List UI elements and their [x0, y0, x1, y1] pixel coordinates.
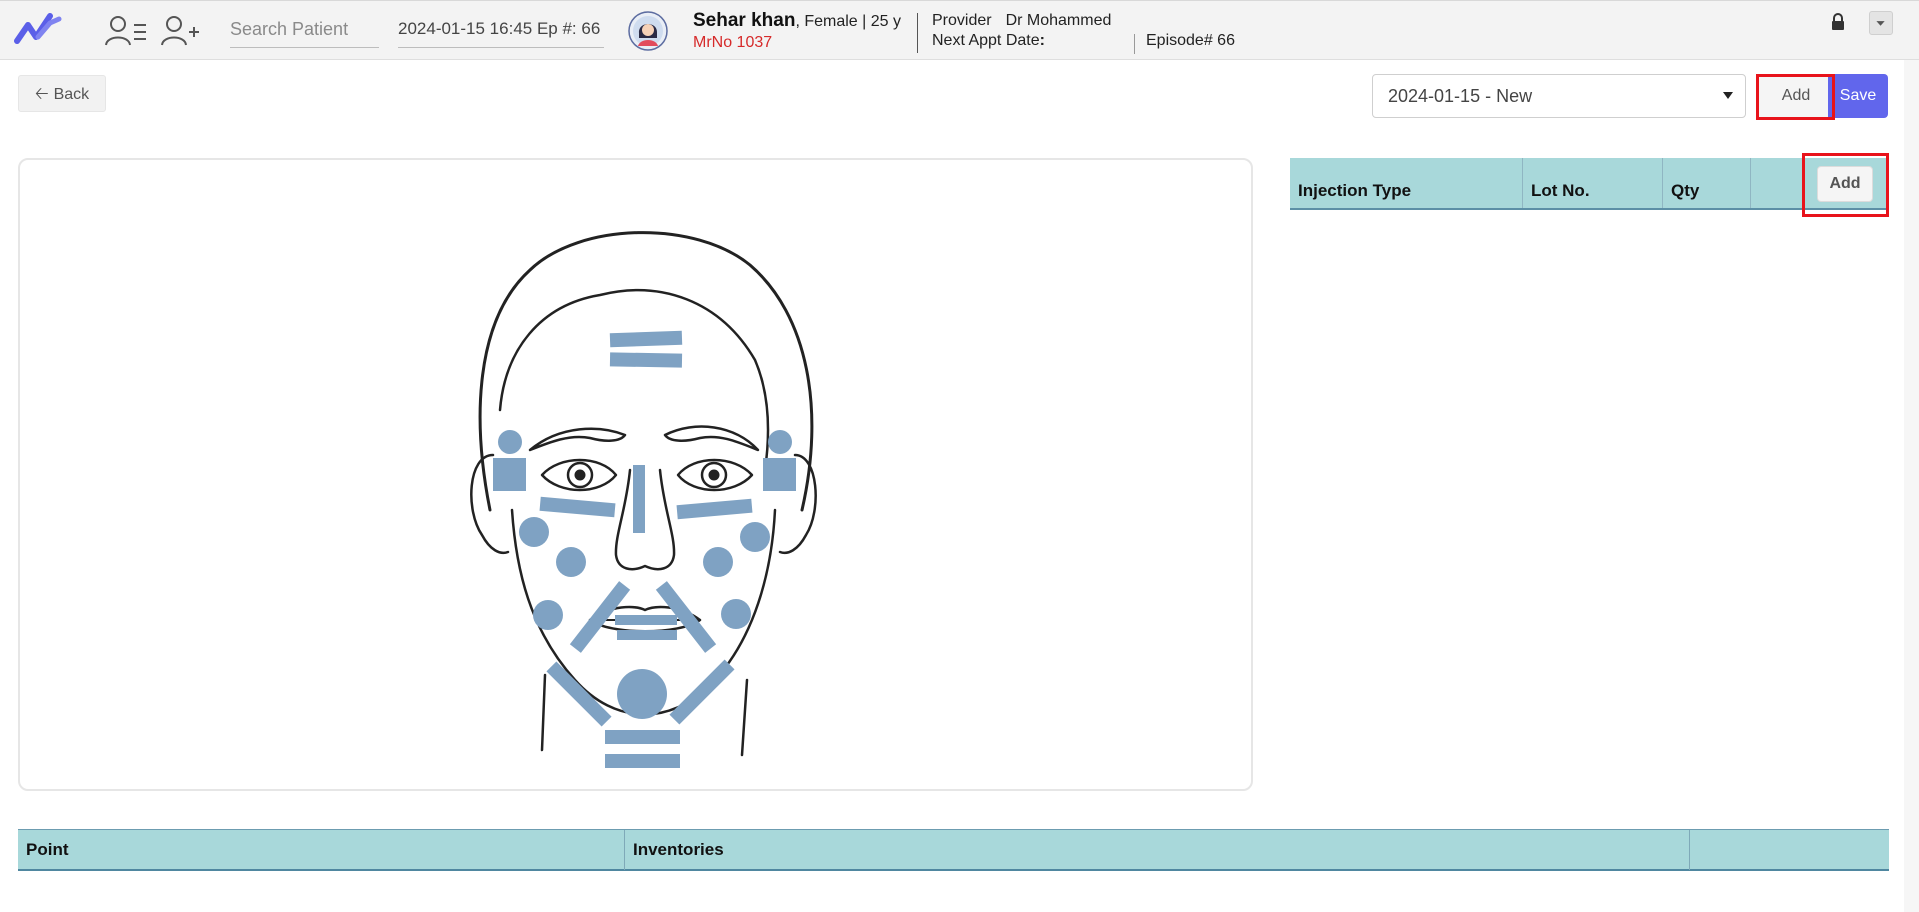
- user-menu-dropdown[interactable]: [1869, 11, 1893, 35]
- face-diagram[interactable]: [420, 210, 870, 790]
- save-button[interactable]: Save: [1828, 74, 1888, 118]
- column-injection-type: Injection Type: [1290, 158, 1523, 208]
- patient-mrno: MrNo 1037: [693, 34, 773, 51]
- add-injection-button[interactable]: Add: [1817, 166, 1873, 202]
- back-button-label: Back: [53, 86, 90, 103]
- visit-select[interactable]: 2024-01-15 - New: [1372, 74, 1746, 118]
- scrollbar[interactable]: [1904, 60, 1919, 912]
- next-appt-label: Next Appt Date: [932, 32, 1040, 49]
- face-diagram-panel: [18, 158, 1253, 791]
- arrow-left-icon: 🡠: [34, 84, 49, 103]
- divider: [917, 13, 918, 53]
- episode-number: Episode# 66: [1146, 32, 1235, 49]
- add-visit-button[interactable]: Add: [1757, 74, 1835, 118]
- left-eyebrow: [528, 427, 627, 452]
- chevron-down-icon: [1723, 92, 1733, 99]
- app-logo-icon[interactable]: [14, 11, 62, 47]
- column-qty: Qty: [1663, 158, 1751, 208]
- divider: [1134, 34, 1135, 54]
- right-eyebrow: [663, 425, 760, 452]
- patient-list-icon[interactable]: [104, 13, 148, 49]
- patient-details: , Female | 25 y: [795, 13, 901, 30]
- injection-markers: [493, 330, 796, 768]
- episode-selector[interactable]: 2024-01-15 16:45 Ep #: 66: [398, 11, 604, 48]
- patient-info: Sehar khan, Female | 25 y MrNo 1037: [693, 10, 901, 52]
- column-inventories: Inventories: [625, 830, 1690, 870]
- column-lot-no: Lot No.: [1523, 158, 1663, 208]
- search-input[interactable]: [230, 11, 379, 47]
- head-outline: [478, 231, 814, 512]
- add-patient-icon[interactable]: [160, 13, 204, 49]
- visit-select-value: 2024-01-15 - New: [1388, 86, 1533, 106]
- injection-table-header: Injection Type Lot No. Qty: [1290, 158, 1889, 210]
- chevron-down-icon: [1876, 21, 1885, 26]
- patient-name[interactable]: Sehar khan: [693, 10, 795, 31]
- avatar-icon: [628, 11, 668, 51]
- column-actions: [1690, 830, 1889, 870]
- provider-info: Provider Dr Mohammed Next Appt Date:: [932, 12, 1111, 52]
- provider-name: Dr Mohammed: [1005, 12, 1112, 29]
- provider-label: Provider: [932, 12, 992, 29]
- next-appt-colon: :: [1039, 32, 1045, 49]
- column-point: Point: [18, 830, 625, 870]
- points-table-header: Point Inventories: [18, 829, 1889, 871]
- lock-icon[interactable]: [1830, 13, 1846, 31]
- back-button[interactable]: 🡠 Back: [18, 75, 106, 112]
- top-bar: 2024-01-15 16:45 Ep #: 66 Sehar khan, Fe…: [0, 0, 1919, 60]
- search-patient-field[interactable]: [230, 11, 379, 48]
